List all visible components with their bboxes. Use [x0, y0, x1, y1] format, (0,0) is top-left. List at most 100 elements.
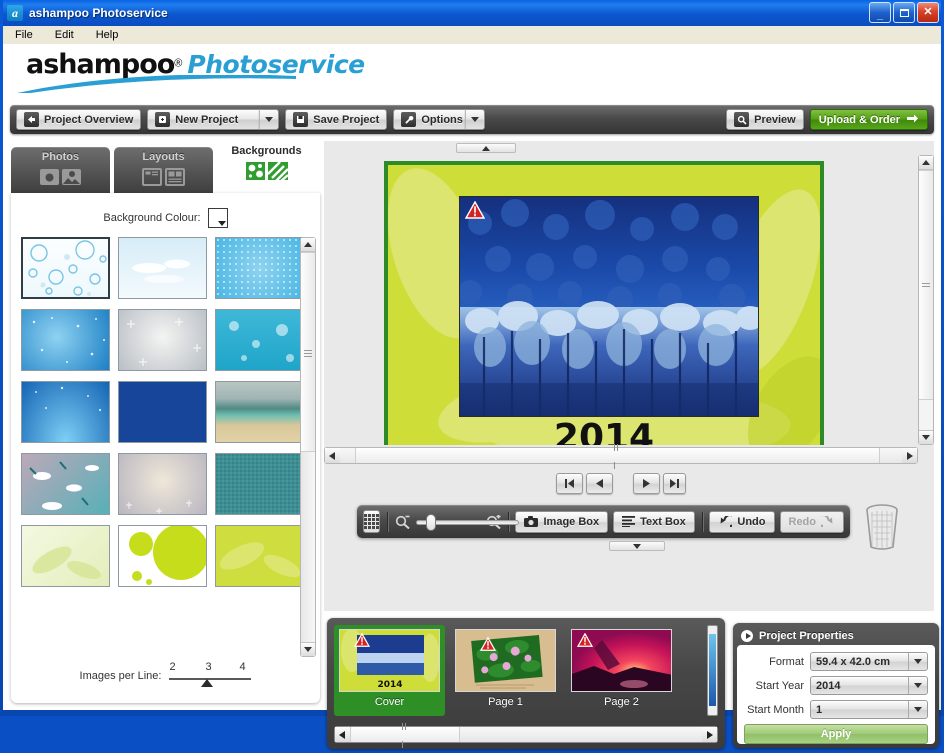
- page-card-page-1[interactable]: Page 1: [450, 625, 561, 716]
- per-line-option-2[interactable]: 2: [169, 661, 175, 673]
- text-box-button[interactable]: Text Box: [613, 510, 695, 533]
- chevron-down-icon: [471, 117, 480, 122]
- page-image-box[interactable]: [459, 196, 759, 417]
- canvas-scroll-left-button[interactable]: [325, 448, 340, 463]
- close-button[interactable]: ✕: [917, 2, 939, 23]
- project-overview-button[interactable]: Project Overview: [16, 109, 142, 130]
- trash-can-icon[interactable]: [859, 501, 905, 551]
- window-controls: _ ✕: [869, 2, 939, 23]
- zoom-out-icon[interactable]: [395, 515, 410, 529]
- start-year-select[interactable]: 2014: [810, 676, 928, 695]
- chevron-down-icon[interactable]: [908, 677, 927, 694]
- chevron-down-icon[interactable]: [908, 701, 927, 718]
- slider-knob[interactable]: [201, 679, 214, 687]
- logo-registered: ®: [174, 57, 183, 70]
- backgrounds-panel-body: Background Colour: Images per Line: 2 3 …: [11, 193, 320, 703]
- images-per-line-slider[interactable]: 2 3 4: [169, 661, 252, 689]
- tab-layouts[interactable]: Layouts: [114, 147, 213, 193]
- canvas-hscroll-thumb[interactable]: [355, 443, 880, 469]
- apply-button[interactable]: Apply: [744, 724, 928, 744]
- last-page-button[interactable]: [663, 473, 686, 494]
- background-thumb-blue-rays[interactable]: [21, 381, 110, 443]
- per-line-option-3[interactable]: 3: [205, 661, 211, 673]
- scroll-up-button[interactable]: [301, 238, 315, 252]
- skip-forward-icon: [670, 479, 679, 488]
- background-thumb-clouds-retro[interactable]: [21, 453, 110, 515]
- brand-header: ashampoo® Photoservice: [3, 45, 941, 93]
- canvas-viewport[interactable]: 2014: [324, 155, 918, 445]
- format-select[interactable]: 59.4 x 42.0 cm: [810, 652, 928, 671]
- start-month-label: Start Month: [747, 703, 804, 716]
- new-project-dropdown[interactable]: [259, 109, 280, 130]
- thumbnail-row: [21, 309, 307, 371]
- background-thumb-snow-grey[interactable]: [118, 453, 207, 515]
- background-thumb-teal-bubbles[interactable]: [215, 309, 304, 371]
- background-thumb-beach-vintage[interactable]: [215, 381, 304, 443]
- upload-order-button[interactable]: Upload & Order: [809, 109, 928, 130]
- thumbnail-row: [21, 525, 307, 587]
- page-strip-horizontal-scrollbar[interactable]: [334, 722, 718, 748]
- page-strip-vertical-scrollbar[interactable]: [707, 625, 718, 716]
- redo-button[interactable]: Redo: [779, 510, 844, 533]
- background-thumb-bubbles-light[interactable]: [21, 237, 110, 299]
- background-thumb-grey-snowflakes[interactable]: [118, 309, 207, 371]
- canvas-vscroll-thumb[interactable]: [919, 170, 933, 400]
- menu-file[interactable]: File: [11, 28, 37, 42]
- options-dropdown[interactable]: [465, 109, 486, 130]
- background-thumb-navy-solid[interactable]: [118, 381, 207, 443]
- scroll-down-button[interactable]: [301, 642, 315, 656]
- previous-page-button[interactable]: [586, 473, 613, 494]
- chevron-down-icon[interactable]: [908, 653, 927, 670]
- start-month-select[interactable]: 1: [810, 700, 928, 719]
- backgrounds-scrollbar[interactable]: [300, 237, 316, 657]
- maximize-button[interactable]: [893, 2, 915, 23]
- background-thumb-green-leaf-pale[interactable]: [21, 525, 110, 587]
- backgrounds-icon: [245, 160, 289, 182]
- page-card-page-2[interactable]: Page 2: [566, 625, 677, 716]
- background-thumb-lime-leaf[interactable]: [215, 525, 304, 587]
- tab-photos[interactable]: Photos: [11, 147, 110, 193]
- background-thumb-blue-stars[interactable]: [21, 309, 110, 371]
- background-thumb-teal-texture[interactable]: [215, 453, 304, 515]
- tab-backgrounds[interactable]: Backgrounds: [217, 141, 316, 193]
- grid-toggle-button[interactable]: [363, 510, 380, 533]
- strip-hscroll-thumb[interactable]: [350, 722, 460, 748]
- menu-edit[interactable]: Edit: [51, 28, 78, 42]
- canvas-edit-toolbar: Image Box Text Box Undo Redo: [357, 505, 850, 538]
- app-body: ashampoo® Photoservice Project Overview: [3, 44, 941, 749]
- background-thumb-lime-circles[interactable]: [118, 525, 207, 587]
- first-page-button[interactable]: [556, 473, 583, 494]
- background-colour-picker[interactable]: [207, 208, 228, 228]
- canvas-vertical-scrollbar[interactable]: [918, 155, 934, 445]
- page-year-text[interactable]: 2014: [388, 417, 820, 445]
- background-thumb-blue-dots[interactable]: [215, 237, 304, 299]
- scrollbar-thumb[interactable]: [709, 634, 716, 706]
- preview-button[interactable]: Preview: [726, 109, 804, 130]
- page-thumbnail-strip: 2014 Cover Page 1 Page 2: [327, 618, 725, 749]
- save-project-button[interactable]: Save Project: [285, 109, 388, 130]
- canvas-scroll-down-button[interactable]: [919, 430, 933, 444]
- zoom-slider[interactable]: [415, 513, 519, 531]
- menu-help[interactable]: Help: [92, 28, 123, 42]
- image-box-button[interactable]: Image Box: [515, 510, 609, 533]
- project-properties-header[interactable]: Project Properties: [737, 627, 935, 645]
- zoom-slider-knob[interactable]: [425, 513, 436, 531]
- collapse-bottom-handle[interactable]: [609, 541, 665, 551]
- per-line-option-4[interactable]: 4: [239, 661, 245, 673]
- canvas-scroll-up-button[interactable]: [919, 156, 933, 170]
- canvas-horizontal-scrollbar[interactable]: [324, 443, 918, 469]
- strip-scroll-right-button[interactable]: [702, 727, 717, 742]
- canvas-scroll-right-button[interactable]: [902, 448, 917, 463]
- background-thumb-sky-clouds[interactable]: [118, 237, 207, 299]
- strip-scroll-left-button[interactable]: [335, 727, 350, 742]
- new-project-button[interactable]: New Project: [147, 109, 260, 130]
- options-button[interactable]: Options: [393, 109, 466, 130]
- next-page-button[interactable]: [633, 473, 660, 494]
- collapse-top-handle[interactable]: [456, 143, 516, 153]
- minimize-button[interactable]: _: [869, 2, 891, 23]
- undo-button[interactable]: Undo: [709, 510, 775, 533]
- background-thumbnail-grid[interactable]: [21, 237, 307, 657]
- scrollbar-thumb[interactable]: [301, 252, 315, 452]
- page-card-cover[interactable]: 2014 Cover: [334, 625, 445, 716]
- calendar-page[interactable]: 2014: [384, 161, 824, 445]
